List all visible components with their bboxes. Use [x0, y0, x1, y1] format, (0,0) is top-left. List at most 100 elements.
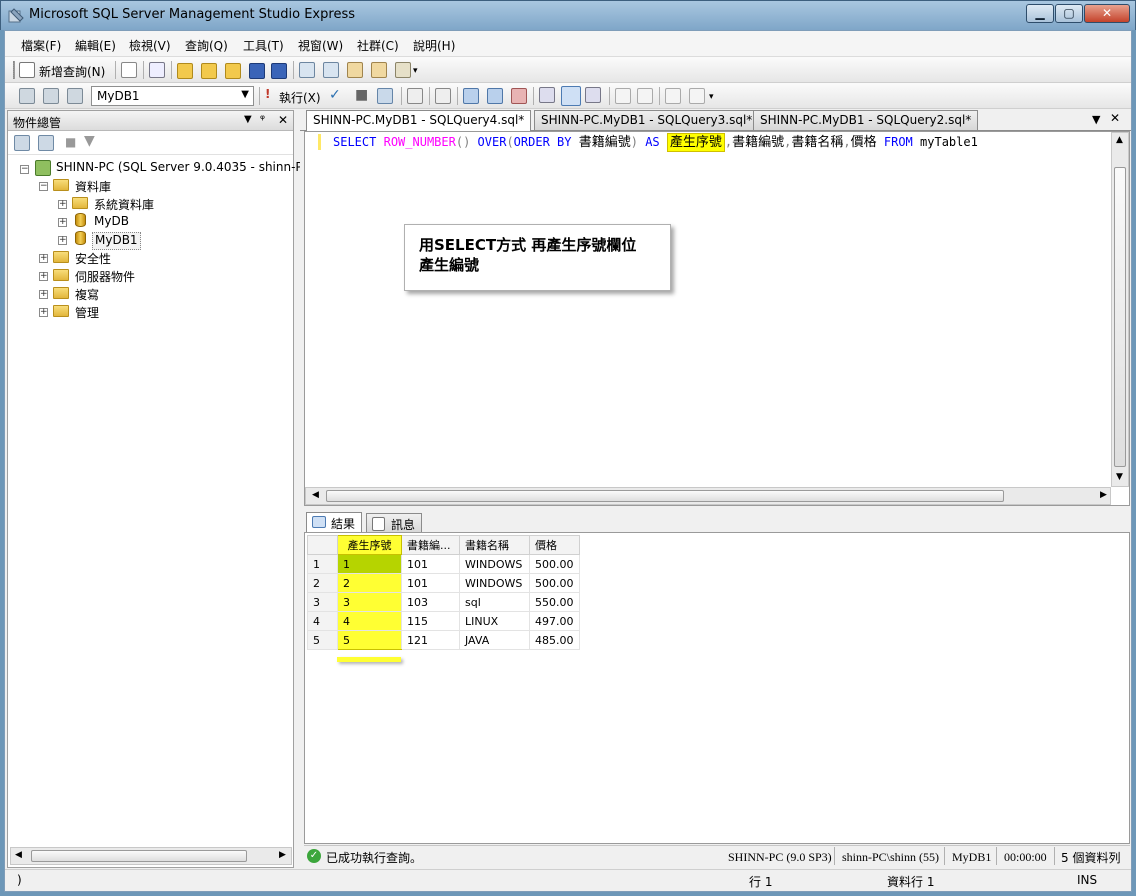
sql-code-line[interactable]: SELECT ROW_NUMBER() OVER(ORDER BY 書籍編號) …	[333, 133, 978, 152]
open-db-icon[interactable]	[225, 63, 241, 79]
client-stats-icon[interactable]	[487, 88, 503, 104]
cell-id[interactable]: 101	[401, 573, 460, 593]
scroll-thumb[interactable]	[1114, 167, 1126, 467]
col-header-seq[interactable]: 產生序號	[337, 535, 402, 555]
tree-mydb-node[interactable]: MyDB	[94, 214, 129, 232]
query-editor[interactable]: SELECT ROW_NUMBER() OVER(ORDER BY 書籍編號) …	[304, 131, 1130, 506]
cell-seq[interactable]: 3	[337, 592, 402, 612]
open-file-icon[interactable]	[201, 63, 217, 79]
object-explorer-icon[interactable]	[323, 62, 339, 78]
tab-messages[interactable]: 訊息	[366, 513, 423, 533]
results-grid[interactable]: 產生序號 書籍編... 書籍名稱 價格 1 1 101 WINDOWS 500.…	[304, 532, 1130, 844]
cell-seq[interactable]: 5	[337, 630, 402, 650]
toolbar2-overflow-icon[interactable]: ▾	[709, 92, 714, 102]
cell-seq[interactable]: 1	[337, 554, 402, 574]
scroll-thumb[interactable]	[31, 850, 247, 862]
table-row[interactable]: 3 3 103 sql 550.00	[307, 592, 580, 612]
registered-servers-icon[interactable]	[299, 62, 315, 78]
tab-sqlquery2[interactable]: SHINN-PC.MyDB1 - SQLQuery2.sql*	[753, 110, 979, 130]
col-header-name[interactable]: 書籍名稱	[459, 535, 530, 555]
open-folder-icon[interactable]	[177, 63, 193, 79]
col-header-id[interactable]: 書籍編...	[401, 535, 460, 555]
template-explorer-icon[interactable]	[347, 62, 363, 78]
editor-horizontal-scrollbar[interactable]: ◀ ▶	[305, 487, 1111, 505]
oe-disconnect-icon[interactable]	[38, 135, 54, 151]
tab-results[interactable]: 結果	[306, 512, 363, 533]
specify-values-icon[interactable]	[435, 88, 451, 104]
properties-icon[interactable]	[395, 62, 411, 78]
collapse-icon[interactable]: −	[20, 165, 29, 174]
parse-check-icon[interactable]: ✓	[329, 87, 341, 103]
table-row[interactable]: 5 5 121 JAVA 485.00	[307, 630, 580, 650]
collapse-icon[interactable]: −	[39, 182, 48, 191]
menu-query[interactable]: 查詢(Q)	[185, 37, 228, 54]
menu-tools[interactable]: 工具(T)	[243, 37, 284, 54]
close-tab-icon[interactable]: ✕	[1110, 111, 1120, 125]
oe-filter-icon[interactable]: ▼	[84, 133, 95, 149]
scroll-left-icon[interactable]: ◀	[15, 850, 22, 860]
change-connection-icon[interactable]	[67, 88, 83, 104]
tree-system-databases-node[interactable]: 系統資料庫	[94, 196, 154, 214]
display-plan-icon[interactable]	[377, 88, 393, 104]
scroll-thumb[interactable]	[326, 490, 1004, 502]
new-project-icon[interactable]	[149, 62, 165, 78]
cell-id[interactable]: 121	[401, 630, 460, 650]
expand-icon[interactable]: +	[58, 218, 67, 227]
tree-server-objects-node[interactable]: 伺服器物件	[75, 268, 135, 286]
scroll-down-icon[interactable]: ▼	[1116, 472, 1123, 482]
menu-window[interactable]: 視窗(W)	[298, 37, 343, 54]
new-file-icon[interactable]	[121, 62, 137, 78]
menu-file[interactable]: 檔案(F)	[21, 37, 61, 54]
editor-vertical-scrollbar[interactable]: ▲ ▼	[1111, 132, 1129, 487]
scroll-up-icon[interactable]: ▲	[1116, 135, 1123, 145]
cell-price[interactable]: 550.00	[529, 592, 580, 612]
table-row[interactable]: 4 4 115 LINUX 497.00	[307, 611, 580, 631]
menu-help[interactable]: 說明(H)	[413, 37, 455, 54]
tab-sqlquery3[interactable]: SHINN-PC.MyDB1 - SQLQuery3.sql*	[534, 110, 760, 130]
tab-sqlquery4[interactable]: SHINN-PC.MyDB1 - SQLQuery4.sql*	[306, 110, 532, 131]
menu-view[interactable]: 檢視(V)	[129, 37, 171, 54]
cell-id[interactable]: 103	[401, 592, 460, 612]
expand-icon[interactable]: +	[58, 200, 67, 209]
comment-icon[interactable]	[615, 88, 631, 104]
minimize-button[interactable]: ▁	[1026, 4, 1054, 23]
cell-name[interactable]: WINDOWS	[459, 573, 530, 593]
cell-name[interactable]: sql	[459, 592, 530, 612]
results-to-text-icon[interactable]	[539, 87, 555, 103]
cell-price[interactable]: 485.00	[529, 630, 580, 650]
disconnect-icon[interactable]	[43, 88, 59, 104]
maximize-button[interactable]: ▢	[1055, 4, 1083, 23]
tree-server-node[interactable]: SHINN-PC (SQL Server 9.0.4035 - shinn-PC	[56, 160, 311, 178]
include-plan-icon[interactable]	[463, 88, 479, 104]
cell-seq[interactable]: 4	[337, 611, 402, 631]
save-icon[interactable]	[249, 63, 265, 79]
tree-management-node[interactable]: 管理	[75, 304, 99, 322]
save-all-icon[interactable]	[271, 63, 287, 79]
cancel-query-icon[interactable]: ■	[355, 87, 368, 103]
results-to-file-icon[interactable]	[585, 87, 601, 103]
tree-mydb1-node[interactable]: MyDB1	[92, 232, 141, 250]
tree-security-node[interactable]: 安全性	[75, 250, 111, 268]
uncomment-icon[interactable]	[637, 88, 653, 104]
toolbar-overflow-icon[interactable]: ▾	[413, 66, 418, 76]
tree-replication-node[interactable]: 複寫	[75, 286, 99, 304]
connect-icon[interactable]	[19, 88, 35, 104]
cell-name[interactable]: JAVA	[459, 630, 530, 650]
table-row[interactable]: 1 1 101 WINDOWS 500.00	[307, 554, 580, 574]
decrease-indent-icon[interactable]	[665, 88, 681, 104]
expand-icon[interactable]: +	[39, 272, 48, 281]
cell-price[interactable]: 500.00	[529, 554, 580, 574]
close-window-button[interactable]: ✕	[1084, 4, 1130, 23]
menu-edit[interactable]: 編輯(E)	[75, 37, 116, 54]
oe-connect-icon[interactable]	[14, 135, 30, 151]
tree-databases-node[interactable]: 資料庫	[75, 178, 111, 196]
cell-id[interactable]: 101	[401, 554, 460, 574]
cell-price[interactable]: 500.00	[529, 573, 580, 593]
panel-menu-icon[interactable]: ▼	[244, 114, 252, 125]
oe-stop-icon[interactable]: ■	[65, 135, 76, 149]
scroll-right-icon[interactable]: ▶	[1100, 490, 1107, 500]
cell-name[interactable]: LINUX	[459, 611, 530, 631]
solution-explorer-icon[interactable]	[371, 62, 387, 78]
design-query-icon[interactable]	[407, 88, 423, 104]
menu-community[interactable]: 社群(C)	[357, 37, 399, 54]
